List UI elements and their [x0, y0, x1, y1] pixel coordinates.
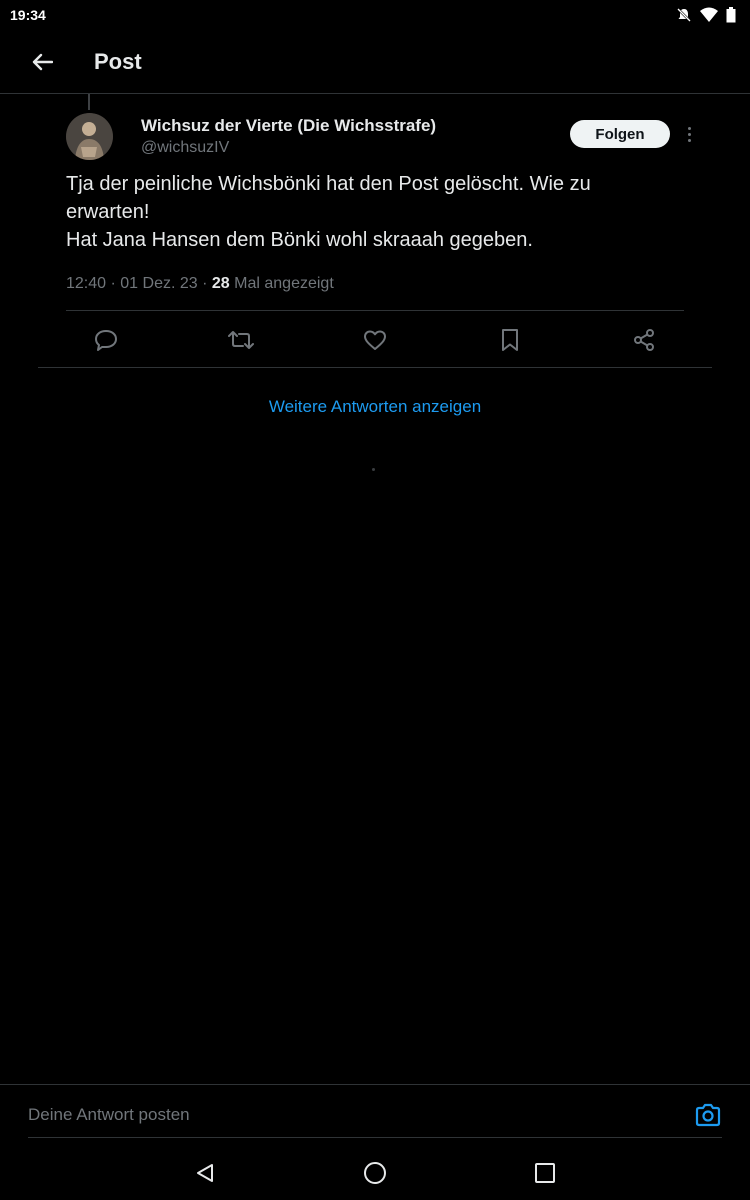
- reply-icon: [95, 330, 117, 351]
- circle-home-icon: [364, 1161, 386, 1184]
- nav-back-button[interactable]: [185, 1153, 225, 1193]
- loading-indicator: [372, 468, 375, 471]
- status-time: 19:34: [10, 7, 46, 23]
- reply-button[interactable]: [66, 322, 146, 358]
- share-icon: [634, 329, 654, 351]
- wifi-icon: [700, 7, 718, 22]
- post-text-line: Tja der peinliche Wichsbönki hat den Pos…: [66, 173, 591, 195]
- app-bar: Post: [0, 30, 750, 94]
- avatar[interactable]: [66, 113, 113, 160]
- post-actions: [66, 322, 684, 358]
- meta-separator: ·: [202, 275, 212, 292]
- nav-recents-button[interactable]: [525, 1153, 565, 1193]
- more-options-button[interactable]: [680, 121, 698, 147]
- reply-underline: [28, 1137, 722, 1138]
- divider: [66, 310, 684, 311]
- arrow-left-icon: [32, 53, 53, 70]
- battery-icon: [726, 7, 736, 23]
- android-nav-bar: [0, 1145, 750, 1200]
- status-icons: [676, 7, 736, 23]
- nav-home-button[interactable]: [355, 1153, 395, 1193]
- reply-input[interactable]: Deine Antwort posten: [28, 1105, 190, 1125]
- bookmark-button[interactable]: [470, 322, 550, 358]
- post-date[interactable]: 01 Dez. 23: [120, 275, 197, 292]
- back-button[interactable]: [22, 42, 62, 82]
- post-meta: 12:40 · 01 Dez. 23 · 28 Mal angezeigt: [66, 275, 334, 293]
- follow-button[interactable]: Folgen: [570, 120, 670, 148]
- author-name[interactable]: Wichsuz der Vierte (Die Wichsstrafe): [141, 116, 436, 136]
- post-author-row: Wichsuz der Vierte (Die Wichsstrafe) @wi…: [66, 113, 706, 163]
- reply-bar: Deine Antwort posten: [0, 1084, 750, 1138]
- camera-button[interactable]: [695, 1103, 721, 1127]
- camera-icon: [695, 1103, 721, 1127]
- author-handle[interactable]: @wichsuzIV: [141, 139, 229, 157]
- thread-connector-line: [88, 94, 90, 110]
- like-button[interactable]: [335, 322, 415, 358]
- notifications-off-icon: [677, 8, 691, 22]
- post-time[interactable]: 12:40: [66, 275, 106, 292]
- repost-button[interactable]: [201, 322, 281, 358]
- post-text-line: erwarten!: [66, 201, 150, 223]
- meta-separator: ·: [110, 275, 121, 292]
- divider: [38, 367, 712, 368]
- views-label: Mal angezeigt: [234, 275, 334, 292]
- post-text: Tja der peinliche Wichsbönki hat den Pos…: [66, 170, 706, 254]
- status-bar: 19:34: [0, 0, 750, 30]
- page-title: Post: [94, 48, 142, 74]
- share-button[interactable]: [604, 322, 684, 358]
- repost-icon: [227, 331, 254, 349]
- post-text-line: Hat Jana Hansen dem Bönki wohl skraaah g…: [66, 229, 533, 251]
- avatar-image: [66, 113, 113, 160]
- show-more-replies-link[interactable]: Weitere Antworten anzeigen: [0, 397, 750, 417]
- triangle-back-icon: [197, 1163, 213, 1182]
- bookmark-icon: [501, 329, 518, 351]
- more-dots-icon: [687, 126, 691, 130]
- square-recents-icon: [535, 1162, 555, 1183]
- views-count: 28: [211, 275, 230, 292]
- heart-icon: [364, 330, 386, 350]
